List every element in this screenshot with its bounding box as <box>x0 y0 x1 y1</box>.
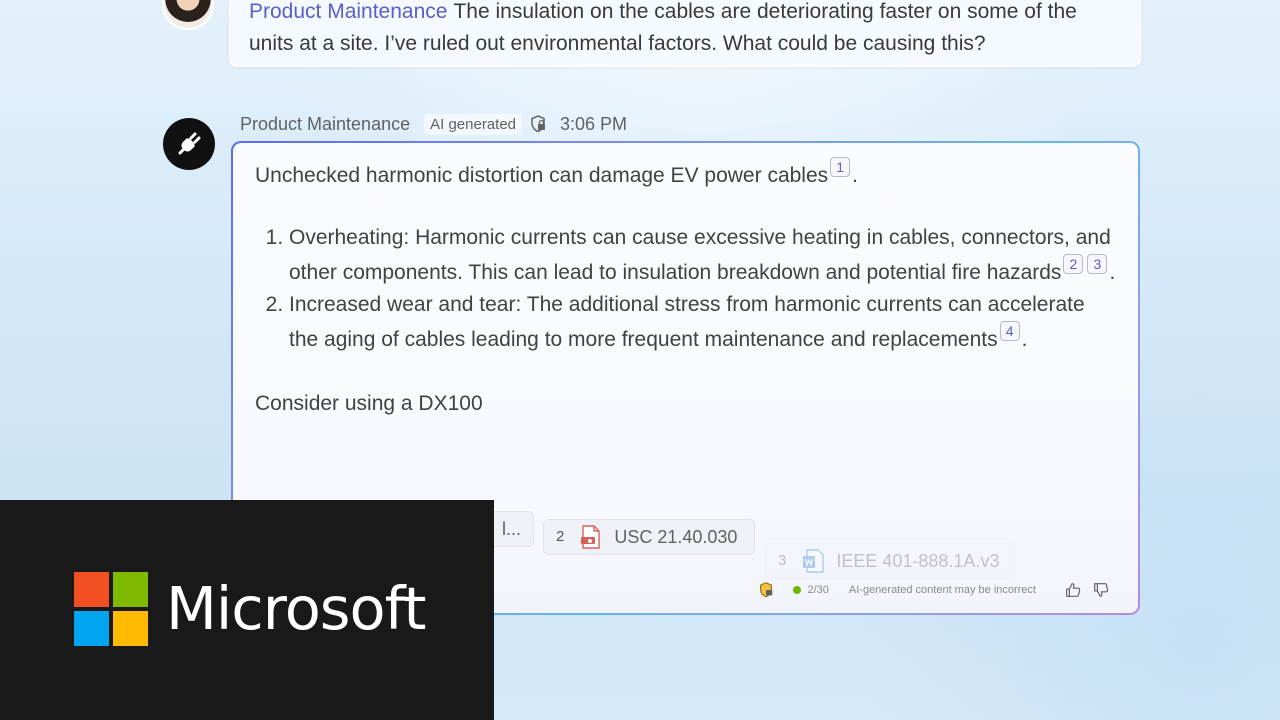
pdf-file-icon <box>580 525 602 549</box>
brand-overlay: Microsoft <box>0 500 494 720</box>
brand-wordmark: Microsoft <box>166 574 426 643</box>
reference-label: IEEE 401-888.1A.v3 <box>836 551 1000 571</box>
bot-message-sender[interactable]: Product Maintenance <box>240 114 410 135</box>
reference-label: l... <box>501 519 521 539</box>
bot-avatar[interactable] <box>163 118 215 170</box>
response-counter: 2/30 <box>807 584 829 596</box>
thumbs-up-icon[interactable] <box>1064 580 1084 600</box>
message-timestamp: 3:06 PM <box>560 113 628 134</box>
reference-chip[interactable]: 2 USC 21.40.030 <box>543 519 755 555</box>
citation-badge[interactable]: 4 <box>999 321 1020 341</box>
list-item: Increased wear and tear: The additional … <box>289 289 1116 356</box>
word-file-icon <box>802 549 825 573</box>
ai-generated-tag: AI generated <box>424 113 523 135</box>
bot-intro: Unchecked harmonic distortion can damage… <box>255 157 858 187</box>
thumbs-down-icon[interactable] <box>1092 580 1112 600</box>
point-text: Increased wear and tear: The additional … <box>289 293 1085 351</box>
shield-lock-icon[interactable] <box>757 581 775 599</box>
reference-label: USC 21.40.030 <box>614 527 738 547</box>
shield-lock-icon[interactable] <box>528 113 550 135</box>
citation-badge[interactable]: 2 <box>1063 254 1084 274</box>
user-message-bubble: Product Maintenance The insulation on the… <box>229 0 1141 67</box>
citation-badge[interactable]: 1 <box>830 157 851 177</box>
reference-number: 3 <box>778 552 787 569</box>
ai-disclaimer: AI-generated content may be incorrect <box>848 584 1036 596</box>
logo-square-green <box>113 572 148 607</box>
bot-intro-text: Unchecked harmonic distortion can damage… <box>255 164 829 187</box>
logo-square-blue <box>74 611 109 646</box>
user-message-sender[interactable]: Product Maintenance <box>249 0 447 23</box>
message-footer: 2/30 AI-generated content may be incorre… <box>757 579 1112 601</box>
logo-square-yellow <box>113 611 148 646</box>
bot-suggestion: Consider using a DX100 <box>255 392 483 415</box>
plug-icon <box>178 132 201 155</box>
microsoft-logo-icon <box>74 572 148 646</box>
list-item: Overheating: Harmonic currents can cause… <box>289 222 1116 289</box>
logo-square-red <box>74 572 109 607</box>
point-text: Overheating: Harmonic currents can cause… <box>289 226 1111 284</box>
reference-number: 2 <box>556 528 565 545</box>
bot-message-header: Product Maintenance AI generated 3:06 PM <box>240 110 627 138</box>
citation-badge[interactable]: 3 <box>1087 254 1108 274</box>
status-dot-icon <box>793 586 802 594</box>
bot-points-list: Overheating: Harmonic currents can cause… <box>255 222 1116 356</box>
